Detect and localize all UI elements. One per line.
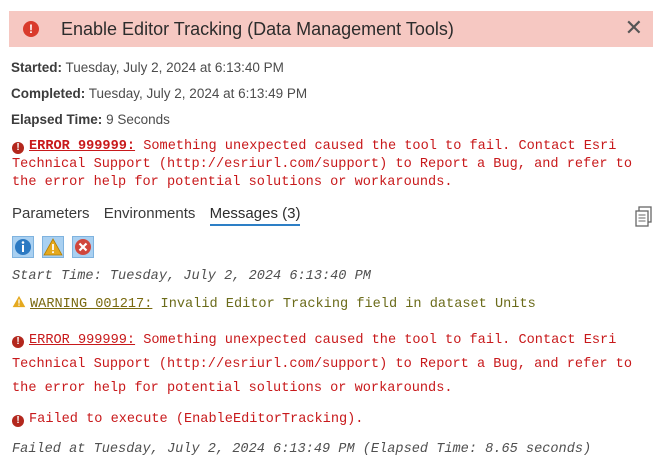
tab-bar: Parameters Environments Messages (3)	[12, 205, 310, 226]
copy-messages-icon[interactable]	[634, 206, 654, 228]
warning-filter-button[interactable]	[42, 236, 64, 258]
summary-error-line1: ! ERROR 999999: Something unexpected caus…	[12, 138, 652, 156]
message-error-line3: the error help for potential solutions o…	[12, 381, 453, 396]
completed-label: Completed:	[11, 86, 86, 101]
error-filter-button[interactable]	[72, 236, 94, 258]
tab-messages[interactable]: Messages (3)	[209, 205, 301, 226]
dialog-title: Enable Editor Tracking (Data Management …	[61, 19, 454, 39]
error-icon: !	[12, 142, 24, 154]
message-failed-at: Failed at Tuesday, July 2, 2024 6:13:49 …	[12, 442, 592, 457]
elapsed-value: 9 Seconds	[106, 112, 170, 127]
close-button[interactable]: ✕	[625, 15, 643, 41]
started-value: Tuesday, July 2, 2024 at 6:13:40 PM	[65, 60, 284, 75]
started-label: Started:	[11, 60, 63, 75]
tab-environments[interactable]: Environments	[104, 205, 196, 222]
elapsed-row: Elapsed Time: 9 Seconds	[11, 112, 170, 127]
error-x-icon	[75, 239, 91, 255]
dialog-header: ! Enable Editor Tracking (Data Managemen…	[9, 11, 653, 47]
error-icon: !	[23, 21, 39, 37]
started-row: Started: Tuesday, July 2, 2024 at 6:13:4…	[11, 60, 284, 75]
warning-icon	[43, 238, 63, 256]
message-error: ! ERROR 999999: Something unexpected caus…	[12, 329, 652, 401]
message-warning: WARNING 001217: Invalid Editor Tracking …	[12, 293, 652, 317]
error-icon: !	[12, 336, 24, 348]
error-code-link[interactable]: ERROR 999999:	[29, 139, 135, 154]
error-text: Something unexpected caused the tool to …	[135, 139, 617, 154]
info-icon	[15, 239, 31, 255]
info-filter-button[interactable]	[12, 236, 34, 258]
error-icon: !	[12, 415, 24, 427]
error-text: Something unexpected caused the tool to …	[135, 333, 617, 348]
error-code-link[interactable]: ERROR 999999:	[29, 333, 135, 348]
summary-error-line2: Technical Support (http://esriurl.com/su…	[12, 157, 632, 172]
warning-code-link[interactable]: WARNING 001217:	[30, 297, 152, 312]
message-error-line2: Technical Support (http://esriurl.com/su…	[12, 357, 632, 372]
summary-error: ! ERROR 999999: Something unexpected caus…	[12, 138, 652, 192]
message-start-time: Start Time: Tuesday, July 2, 2024 6:13:4…	[12, 269, 371, 284]
failed-execute-text: Failed to execute (EnableEditorTracking)…	[29, 412, 364, 427]
warning-icon	[12, 295, 26, 308]
tab-parameters[interactable]: Parameters	[12, 205, 90, 222]
message-error-line1: ! ERROR 999999: Something unexpected caus…	[12, 329, 652, 353]
completed-value: Tuesday, July 2, 2024 at 6:13:49 PM	[88, 86, 308, 101]
warning-text: Invalid Editor Tracking field in dataset…	[152, 297, 536, 312]
message-failed-execute: ! Failed to execute (EnableEditorTracking…	[12, 408, 652, 432]
completed-row: Completed: Tuesday, July 2, 2024 at 6:13…	[11, 86, 307, 101]
summary-error-line3: the error help for potential solutions o…	[12, 175, 453, 190]
elapsed-label: Elapsed Time:	[11, 112, 103, 127]
